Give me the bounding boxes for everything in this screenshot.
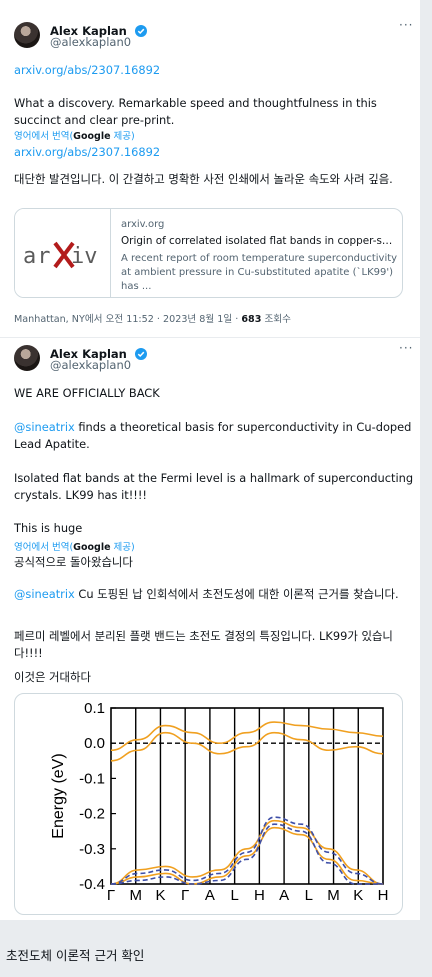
y-tick-label: -0.4 bbox=[79, 876, 105, 893]
x-tick-label: H bbox=[378, 887, 389, 904]
card-title: Origin of correlated isolated flat bands… bbox=[121, 235, 397, 247]
x-tick-label: M bbox=[327, 887, 340, 904]
y-tick-label: -0.1 bbox=[79, 770, 105, 787]
x-tick-label: H bbox=[254, 887, 265, 904]
tweet-ko-2: @sineatrix Cu 도핑된 납 인회석에서 초전도성에 대한 이론적 근… bbox=[14, 587, 399, 601]
x-tick-label: M bbox=[129, 887, 142, 904]
tweet-text-ko: 대단한 발견입니다. 이 간결하고 명확한 사전 인쇄에서 놀라운 속도와 사려… bbox=[14, 172, 393, 186]
y-axis-label: Energy (eV) bbox=[50, 753, 67, 838]
verified-badge-icon bbox=[134, 348, 147, 360]
tweet-para-2: @sineatrix finds a theoretical basis for… bbox=[14, 420, 412, 451]
x-tick-label: A bbox=[205, 887, 215, 904]
tweet-para-3: Isolated flat bands at the Fermi level i… bbox=[14, 471, 414, 502]
svg-text:iv: iv bbox=[71, 244, 98, 269]
tweet-para-4: This is huge bbox=[14, 521, 83, 535]
tweet-card-2: Alex Kaplan @alexkaplan0 ··· WE ARE OFFI… bbox=[0, 338, 420, 920]
author-handle[interactable]: @alexkaplan0 bbox=[50, 35, 131, 49]
tweet-ko-1: 공식적으로 돌아왔습니다 bbox=[14, 555, 133, 569]
tweet-meta: Manhattan, NY에서 오전 11:52 · 2023년 8월 1일 ·… bbox=[14, 314, 291, 325]
band-structure-chart: 0.10.0-0.1-0.2-0.3-0.4Γ M K Γ A L H A L M K HEnergy… bbox=[50, 700, 389, 904]
google-label: Google bbox=[73, 542, 111, 553]
band-series-1 bbox=[110, 731, 384, 762]
svg-text:ar: ar bbox=[23, 244, 52, 269]
tweet-text-en: What a discovery. Remarkable speed and t… bbox=[14, 96, 377, 127]
arxiv-logo: ar iv bbox=[15, 209, 111, 297]
link-card[interactable]: ar iv arxiv.org Origin of correlated iso… bbox=[14, 208, 403, 298]
author-handle[interactable]: @alexkaplan0 bbox=[50, 358, 131, 372]
translated-by[interactable]: 영어에서 번역(Google 제공) bbox=[14, 128, 135, 142]
tweet-ko-4: 이것은 거대하다 bbox=[14, 670, 91, 684]
x-tick-label: K bbox=[155, 887, 165, 904]
card-domain: arxiv.org bbox=[121, 219, 165, 230]
more-options-icon[interactable]: ··· bbox=[399, 341, 413, 355]
x-tick-label: L bbox=[230, 887, 238, 904]
page-caption: 초전도체 이론적 근거 확인 bbox=[6, 948, 145, 963]
link-inline[interactable]: arxiv.org/abs/2307.16892 bbox=[14, 144, 160, 161]
y-tick-label: -0.2 bbox=[79, 806, 105, 823]
x-tick-label: A bbox=[279, 887, 289, 904]
avatar[interactable] bbox=[14, 345, 40, 371]
plot-frame bbox=[110, 707, 384, 885]
tweet-line-1: WE ARE OFFICIALLY BACK bbox=[14, 386, 160, 400]
google-label: Google bbox=[73, 131, 111, 142]
tweet-card-1: Alex Kaplan @alexkaplan0 ··· arxiv.org/a… bbox=[0, 0, 420, 337]
x-tick-label: L bbox=[305, 887, 313, 904]
avatar[interactable] bbox=[14, 22, 40, 48]
mention-link-ko[interactable]: @sineatrix bbox=[14, 587, 75, 601]
y-tick-label: 0.1 bbox=[84, 700, 105, 717]
mention-link[interactable]: @sineatrix bbox=[14, 420, 75, 434]
x-tick-label: K bbox=[353, 887, 363, 904]
tweet-ko-3: 페르미 레벨에서 분리된 플랫 밴드는 초전도 결정의 특징입니다. LK99가… bbox=[14, 629, 393, 660]
y-tick-label: -0.3 bbox=[79, 841, 105, 858]
link-top[interactable]: arxiv.org/abs/2307.16892 bbox=[14, 62, 160, 79]
band-structure-image[interactable]: 0.1 0.0 -0.1 -0.2 -0.3 -0.4 Γ M K Γ A L H A L M K H Energy… bbox=[14, 693, 403, 915]
x-tick-label: Γ bbox=[107, 887, 115, 904]
card-description: A recent report of room temperature supe… bbox=[121, 253, 398, 292]
verified-badge-icon bbox=[134, 25, 147, 37]
y-tick-label: 0.0 bbox=[84, 735, 105, 752]
band-series-3 bbox=[110, 826, 384, 885]
more-options-icon[interactable]: ··· bbox=[399, 18, 413, 32]
view-count: 683 bbox=[241, 314, 262, 325]
x-tick-label: Γ bbox=[181, 887, 189, 904]
translated-by[interactable]: 영어에서 번역(Google 제공) bbox=[14, 539, 135, 553]
